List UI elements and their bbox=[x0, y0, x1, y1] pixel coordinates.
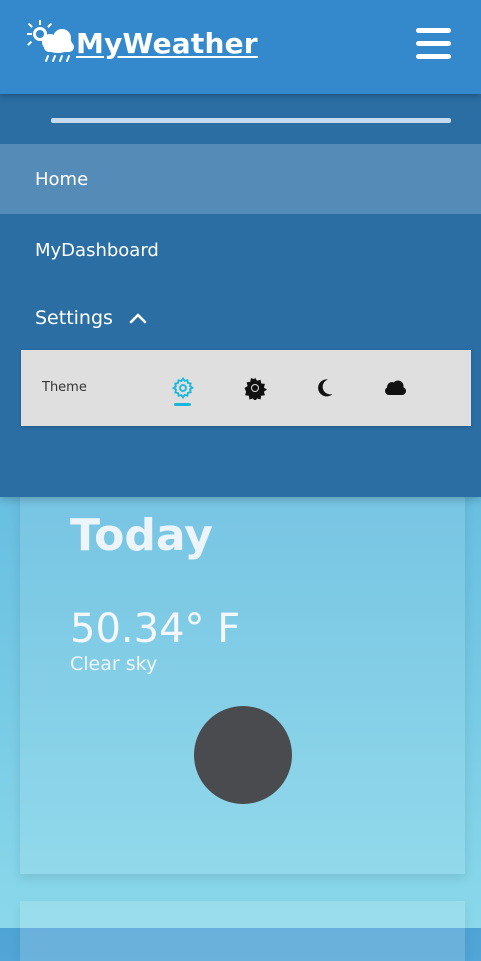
weather-condition-icon bbox=[194, 706, 292, 804]
next-card bbox=[20, 901, 465, 961]
theme-panel: Theme bbox=[21, 350, 471, 426]
nav-item-settings[interactable]: Settings bbox=[0, 283, 481, 353]
today-card: Today 50.34° F Clear sky bbox=[20, 480, 465, 874]
theme-option-auto[interactable] bbox=[171, 376, 195, 400]
theme-option-cloud[interactable] bbox=[383, 376, 407, 400]
temperature: 50.34° F bbox=[70, 606, 241, 652]
gear-icon bbox=[171, 376, 195, 400]
theme-label: Theme bbox=[42, 380, 87, 395]
weather-logo-icon bbox=[27, 20, 74, 62]
nav-item-label: Home bbox=[35, 168, 89, 190]
brand-link[interactable]: MyWeather bbox=[24, 20, 258, 66]
selected-indicator bbox=[174, 403, 191, 406]
theme-option-light[interactable] bbox=[243, 376, 267, 400]
app-header: MyWeather bbox=[0, 0, 481, 94]
nav-item-label: Settings bbox=[35, 307, 113, 329]
sun-icon bbox=[244, 377, 267, 400]
theme-option-dark[interactable] bbox=[313, 376, 337, 400]
cloud-icon bbox=[385, 380, 406, 395]
weather-description: Clear sky bbox=[70, 653, 158, 675]
nav-item-home[interactable]: Home bbox=[0, 144, 481, 214]
nav-item-label: MyDashboard bbox=[35, 239, 159, 261]
brand-title[interactable]: MyWeather bbox=[76, 27, 258, 60]
card-title: Today bbox=[70, 510, 213, 561]
nav-item-mydashboard[interactable]: MyDashboard bbox=[0, 215, 481, 285]
nav-drawer: Home MyDashboard Settings Theme bbox=[0, 94, 481, 497]
moon-icon bbox=[318, 379, 333, 397]
chevron-up-icon bbox=[129, 313, 147, 324]
drawer-divider bbox=[51, 118, 451, 123]
hamburger-icon[interactable] bbox=[416, 28, 452, 60]
